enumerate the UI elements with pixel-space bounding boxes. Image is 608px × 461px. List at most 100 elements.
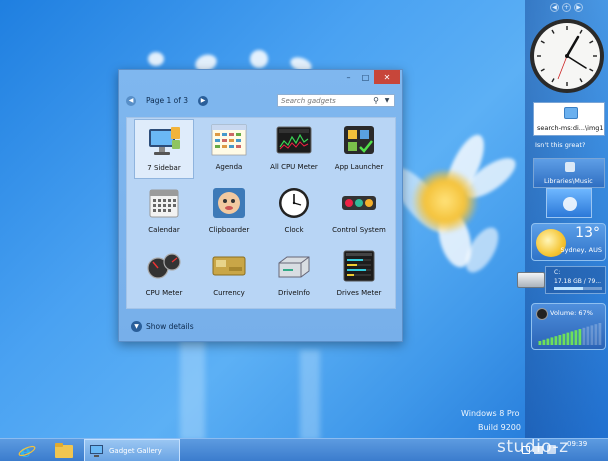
- gadget-label: Agenda: [215, 163, 243, 171]
- slideshow-library-card: Libraries\Music: [533, 158, 605, 188]
- cpu-graph-icon: [275, 123, 313, 157]
- currency-icon: [210, 249, 248, 283]
- weather-gadget[interactable]: 13° Sydney, AUS: [531, 223, 606, 261]
- volume-label: Volume: 67%: [550, 309, 593, 317]
- next-page-button[interactable]: ▶: [198, 95, 208, 106]
- gadget-label: Clipboarder: [208, 226, 250, 234]
- slideshow-thumbnail: [546, 188, 592, 218]
- gadget-tile-clipboarder[interactable]: Clipboarder: [199, 182, 259, 242]
- cpu-meter-icon: [145, 249, 183, 283]
- library-icon: [565, 162, 575, 172]
- gadget-tile-calendar[interactable]: Calendar: [134, 182, 194, 242]
- show-details-link[interactable]: Show details: [146, 322, 194, 331]
- volume-bar: [558, 335, 562, 345]
- volume-bar: [554, 336, 558, 345]
- slideshow-gadget[interactable]: search-ms:di...\img1 Isn't this great? L…: [533, 102, 605, 218]
- taskbar-clock[interactable]: 09:39: [567, 440, 587, 448]
- volume-gadget[interactable]: Volume: 67%: [531, 303, 606, 350]
- volume-bar: [586, 326, 590, 345]
- gadget-tile-driveinfo[interactable]: DriveInfo: [264, 245, 324, 305]
- volume-bar: [542, 339, 546, 345]
- volume-bar: [598, 323, 602, 345]
- volume-bar: [538, 341, 542, 345]
- taskbar-gadget-gallery[interactable]: Gadget Gallery: [84, 439, 180, 461]
- gadget-label: Control System: [332, 226, 386, 234]
- gadget-tile-control-system[interactable]: Control System: [329, 182, 389, 242]
- gadget-tile-drives-meter[interactable]: Drives Meter: [329, 245, 389, 305]
- clock-face: [530, 19, 604, 93]
- pager: ◀ Page 1 of 3 ▶: [126, 94, 208, 107]
- gadget-tile-app-launcher[interactable]: App Launcher: [329, 119, 389, 179]
- gadget-tile-currency[interactable]: Currency: [199, 245, 259, 305]
- gadget-label: Drives Meter: [336, 289, 382, 297]
- image-icon: [564, 107, 578, 119]
- volume-bar: [570, 331, 574, 345]
- taskbar-item-label: Gadget Gallery: [109, 446, 162, 455]
- gadget-label: App Launcher: [334, 163, 384, 171]
- previous-icon[interactable]: ◀: [550, 3, 559, 12]
- gadget-sidebar: ◀ + ▶: [525, 0, 608, 438]
- drive-icon: [275, 249, 313, 283]
- control-system-icon: [340, 186, 378, 220]
- drive-letter: C:: [554, 269, 561, 276]
- maximize-button[interactable]: □: [357, 70, 374, 84]
- window-controls: – □ ✕: [340, 70, 400, 84]
- app-launcher-icon: [340, 123, 378, 157]
- search-icon[interactable]: ⚲: [370, 96, 382, 105]
- volume-level-bars[interactable]: [538, 323, 602, 345]
- drive-gadget[interactable]: C: 17.18 GB / 79...: [517, 266, 607, 294]
- search-box: ⚲ ▼: [277, 94, 395, 107]
- drive-panel: C: 17.18 GB / 79...: [545, 266, 606, 294]
- slideshow-caption: Isn't this great?: [535, 141, 586, 149]
- slideshow-library: Libraries\Music: [544, 177, 593, 185]
- monitor-icon: [90, 444, 103, 457]
- drives-meter-icon: [340, 249, 378, 283]
- volume-bar: [582, 327, 586, 345]
- weather-city: Sydney, AUS: [560, 246, 602, 254]
- flower-stem: [180, 340, 205, 440]
- next-icon[interactable]: ▶: [574, 3, 583, 12]
- gadget-tile-agenda[interactable]: Agenda: [199, 119, 259, 179]
- gadget-tile-clock[interactable]: Clock: [264, 182, 324, 242]
- minimize-button[interactable]: –: [340, 70, 357, 84]
- previous-page-button[interactable]: ◀: [126, 95, 136, 106]
- drive-free-space: 17.18 GB / 79...: [554, 278, 602, 285]
- flower-thumbnail-icon: [563, 197, 577, 211]
- clock-gadget[interactable]: [528, 17, 606, 95]
- internet-explorer-icon[interactable]: e: [18, 439, 36, 461]
- chevron-down-icon[interactable]: ▼: [131, 320, 142, 332]
- close-button[interactable]: ✕: [374, 70, 400, 84]
- gadget-tile-7-sidebar[interactable]: 7 Sidebar: [134, 119, 194, 179]
- slideshow-path: search-ms:di...\img1: [537, 124, 604, 132]
- gadget-tile-all-cpu-meter[interactable]: All CPU Meter: [264, 119, 324, 179]
- search-input[interactable]: [278, 95, 370, 106]
- brand-watermark: studio-z: [497, 437, 569, 457]
- gadget-label: DriveInfo: [278, 289, 310, 297]
- gallery-toolbar: ◀ Page 1 of 3 ▶ ⚲ ▼: [126, 94, 395, 108]
- gadget-label: All CPU Meter: [270, 163, 318, 171]
- file-explorer-icon[interactable]: [55, 439, 73, 461]
- volume-bar: [546, 338, 550, 345]
- flower-petal: [148, 52, 164, 66]
- add-gadget-icon[interactable]: +: [562, 3, 571, 12]
- gadget-label: Calendar: [148, 226, 180, 234]
- calendar-icon: [145, 186, 183, 220]
- volume-bar: [562, 333, 566, 345]
- gadget-tile-cpu-meter[interactable]: CPU Meter: [134, 245, 194, 305]
- gadget-label: CPU Meter: [145, 289, 183, 297]
- volume-bar: [566, 332, 570, 345]
- clipboarder-icon: [210, 186, 248, 220]
- gadget-label: Currency: [213, 289, 245, 297]
- volume-bar: [578, 329, 582, 345]
- volume-bar: [590, 325, 594, 345]
- sidebar-controls: ◀ + ▶: [550, 3, 583, 12]
- speaker-icon: [536, 308, 548, 320]
- monitor-icon: [145, 124, 183, 158]
- volume-bar: [550, 337, 554, 345]
- chevron-down-icon[interactable]: ▼: [382, 97, 392, 104]
- hard-drive-icon: [517, 272, 545, 288]
- flower-petal: [250, 50, 268, 68]
- gadget-label: 7 Sidebar: [147, 164, 181, 172]
- gadget-label: Clock: [284, 226, 304, 234]
- flower-stem: [300, 350, 320, 440]
